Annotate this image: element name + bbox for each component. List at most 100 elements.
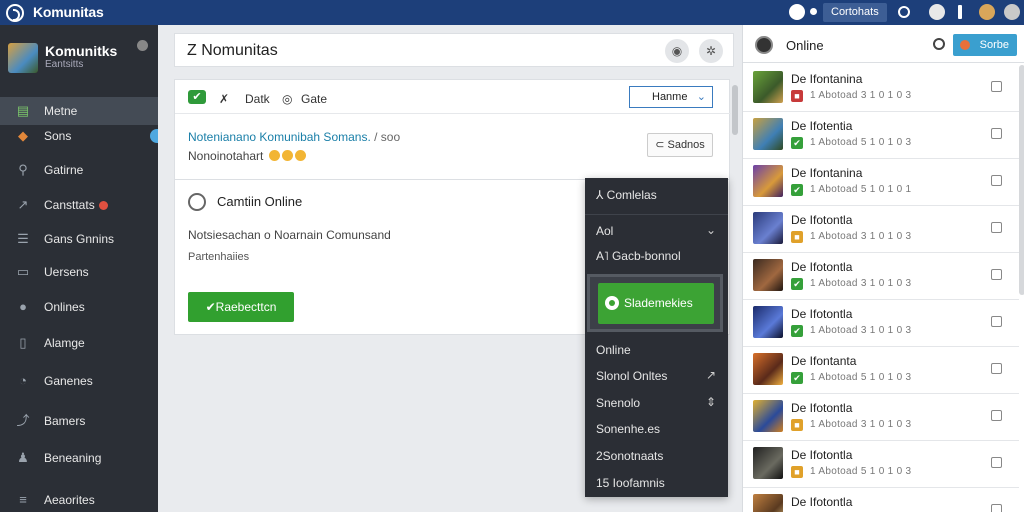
chevron-down-icon[interactable]: ⌄	[706, 223, 716, 237]
radio-icon	[605, 296, 619, 310]
member-name: De Ifotontla	[791, 401, 853, 415]
gear-icon[interactable]	[137, 40, 148, 51]
online-card-subtext: Partenhaiies	[188, 251, 250, 263]
member-checkbox[interactable]	[991, 269, 1002, 280]
avatar[interactable]	[755, 36, 773, 54]
member-checkbox[interactable]	[991, 128, 1002, 139]
sidebar-item-label: Gatirne	[44, 163, 84, 177]
sidebar-item-gatirne[interactable]: ⚲ Gatirne	[0, 156, 158, 184]
people-icon[interactable]	[929, 4, 945, 20]
dropdown-item-sonenhe[interactable]: Sonenhe.es	[596, 422, 660, 436]
compose-toolbar: ✔ ✗ Datk ◎ Gate Hanme ⌄	[175, 80, 731, 114]
settings-icon[interactable]: ✲	[699, 39, 723, 63]
dropdown-item-online[interactable]: Online	[596, 343, 631, 357]
name-select[interactable]: Hanme ⌄	[629, 86, 713, 108]
scrollbar-thumb[interactable]	[1019, 65, 1024, 295]
avatar	[753, 400, 783, 432]
sidebar-item-sons[interactable]: ◆ Sons	[0, 122, 158, 150]
link-icon: ⊂	[655, 139, 668, 151]
sidebar-item-metne[interactable]: ▤ Metne	[0, 97, 158, 125]
sidebar-item-label: Metne	[44, 104, 78, 118]
app-logo-icon[interactable]	[6, 4, 24, 22]
sidebar-item-gans-gnnins[interactable]: ☰ Gans Gnnins	[0, 225, 158, 253]
sidebar-item-cansttats[interactable]: ↗ Cansttats	[0, 191, 158, 219]
gear-icon[interactable]	[933, 38, 945, 50]
compose-action-button[interactable]: ⊂ Sadnos	[647, 133, 713, 157]
sidebar-item-label: Alamge	[44, 336, 85, 350]
online-panel-button[interactable]: Sorbe	[953, 34, 1017, 56]
microphone-icon[interactable]: ◉	[665, 39, 689, 63]
online-card-button[interactable]: ✔Raebecttcn	[188, 292, 294, 322]
member-checkbox[interactable]	[991, 175, 1002, 186]
avatar[interactable]	[979, 4, 995, 20]
member-checkbox[interactable]	[991, 316, 1002, 327]
member-name: De Ifotontla	[791, 448, 853, 462]
member-row[interactable]: De Ifotontla ✔ 1 Abotoad 3 1 0 1 0 3	[743, 253, 1019, 300]
dropdown-highlight-button[interactable]: Slademekies	[598, 283, 714, 324]
tool-gate[interactable]: Gate	[301, 92, 327, 106]
sidebar-item-bamers[interactable]: ⤴ Bamers	[0, 407, 158, 435]
dropdown-header-label: Comlelas	[606, 188, 657, 202]
sidebar-item-ganenes[interactable]: ◔ Ganenes	[0, 367, 158, 395]
member-row[interactable]: De Ifontanta ✔ 1 Abotoad 5 1 0 1 0 3	[743, 347, 1019, 394]
dropdown-item-aol[interactable]: Aol	[596, 224, 613, 238]
dropdown-item-gacb[interactable]: A˥ Gacb-bonnol	[596, 249, 681, 263]
avatar	[753, 306, 783, 338]
member-name: De Ifotontla	[791, 495, 853, 509]
member-row[interactable]: De Ifontanina ■ 1 Abotoad 3 1 0 1 0 3	[743, 65, 1019, 112]
member-checkbox[interactable]	[991, 457, 1002, 468]
dropdown-highlight-frame: Slademekies	[587, 274, 723, 332]
member-row[interactable]: De Ifotentia ✔ 1 Abotoad 5 1 0 1 0 3	[743, 112, 1019, 159]
emoji-icon	[268, 150, 280, 161]
sidebar-item-onlines[interactable]: ● Onlines	[0, 293, 158, 321]
search-icon[interactable]	[898, 6, 910, 18]
check-icon[interactable]: ✔	[188, 90, 206, 104]
crossed-tools-icon[interactable]: ✗	[219, 92, 229, 106]
member-checkbox[interactable]	[991, 410, 1002, 421]
dropdown-item-sonotnaats[interactable]: 2Sonotnaats	[596, 449, 663, 463]
member-row[interactable]: De Ifotontla ✔ 1 Abotoad 3 1 0 1 0 3	[743, 300, 1019, 347]
sidebar-item-alamge[interactable]: ▯ Alamge	[0, 329, 158, 357]
member-meta: 1 Abotoad 5 1 0 1 0 3	[810, 137, 912, 148]
member-row[interactable]: De Ifotontla ■ 1 Abotoad 5 1 0 1 0 3	[743, 441, 1019, 488]
member-row[interactable]: De Ifotontla ■ 1 Abotoad 3 1 0 1 0 3	[743, 206, 1019, 253]
sidebar-item-label: Bamers	[44, 414, 86, 428]
clock-icon: ◔	[19, 373, 27, 388]
avatar	[753, 71, 783, 103]
user-avatar[interactable]	[1004, 4, 1020, 20]
member-row[interactable]: De Ifotontla	[743, 488, 1019, 512]
topbar-button[interactable]: Cortohats	[823, 3, 887, 22]
member-name: De Ifontanina	[791, 72, 863, 86]
sidebar-item-uersens[interactable]: ▭ Uersens	[0, 258, 158, 286]
dropdown-item-ioofamnis[interactable]: 15 Ioofamnis	[596, 476, 665, 490]
tool-dark[interactable]: Datk	[245, 92, 270, 106]
dropdown-item-label: Gacb-bonnol	[611, 249, 681, 263]
online-panel: Online Sorbe De Ifontanina ■ 1 Abotoad 3…	[742, 25, 1024, 512]
member-row[interactable]: De Ifotontla ■ 1 Abotoad 3 1 0 1 0 3	[743, 394, 1019, 441]
status-badge: ✔	[791, 184, 803, 196]
member-checkbox[interactable]	[991, 81, 1002, 92]
member-meta: 1 Abotoad 3 1 0 1 0 3	[810, 325, 912, 336]
member-checkbox[interactable]	[991, 504, 1002, 512]
flame-icon: ◆	[18, 128, 28, 143]
community-link[interactable]: Notenianano Komunibah Somans. / soo	[188, 130, 400, 144]
dropdown-item-snenolo[interactable]: Snenolo	[596, 396, 640, 410]
avatar	[753, 259, 783, 291]
member-meta: 1 Abotoad 3 1 0 1 0 3	[810, 231, 912, 242]
circle-icon[interactable]: ◎	[282, 92, 292, 106]
member-checkbox[interactable]	[991, 222, 1002, 233]
list-icon: ☰	[17, 231, 29, 246]
sidebar-item-beneaning[interactable]: ♟ Beneaning	[0, 444, 158, 472]
member-row[interactable]: De Ifontanina ✔ 1 Abotoad 5 1 0 1 0 1	[743, 159, 1019, 206]
dropdown-highlight-label: Slademekies	[624, 296, 693, 310]
notification-icon[interactable]	[789, 4, 805, 20]
dropdown-item-slonol[interactable]: Slonol Onltes	[596, 369, 667, 383]
scrollbar-thumb[interactable]	[732, 85, 738, 135]
dot-icon	[810, 8, 817, 15]
status-badge: ✔	[791, 372, 803, 384]
sidebar-item-aeaorites[interactable]: ≡ Aeaorites	[0, 486, 158, 512]
info-icon[interactable]	[958, 5, 962, 19]
dropdown-header[interactable]: ⅄ Comlelas	[596, 188, 657, 202]
profile-avatar[interactable]	[8, 43, 38, 73]
member-checkbox[interactable]	[991, 363, 1002, 374]
